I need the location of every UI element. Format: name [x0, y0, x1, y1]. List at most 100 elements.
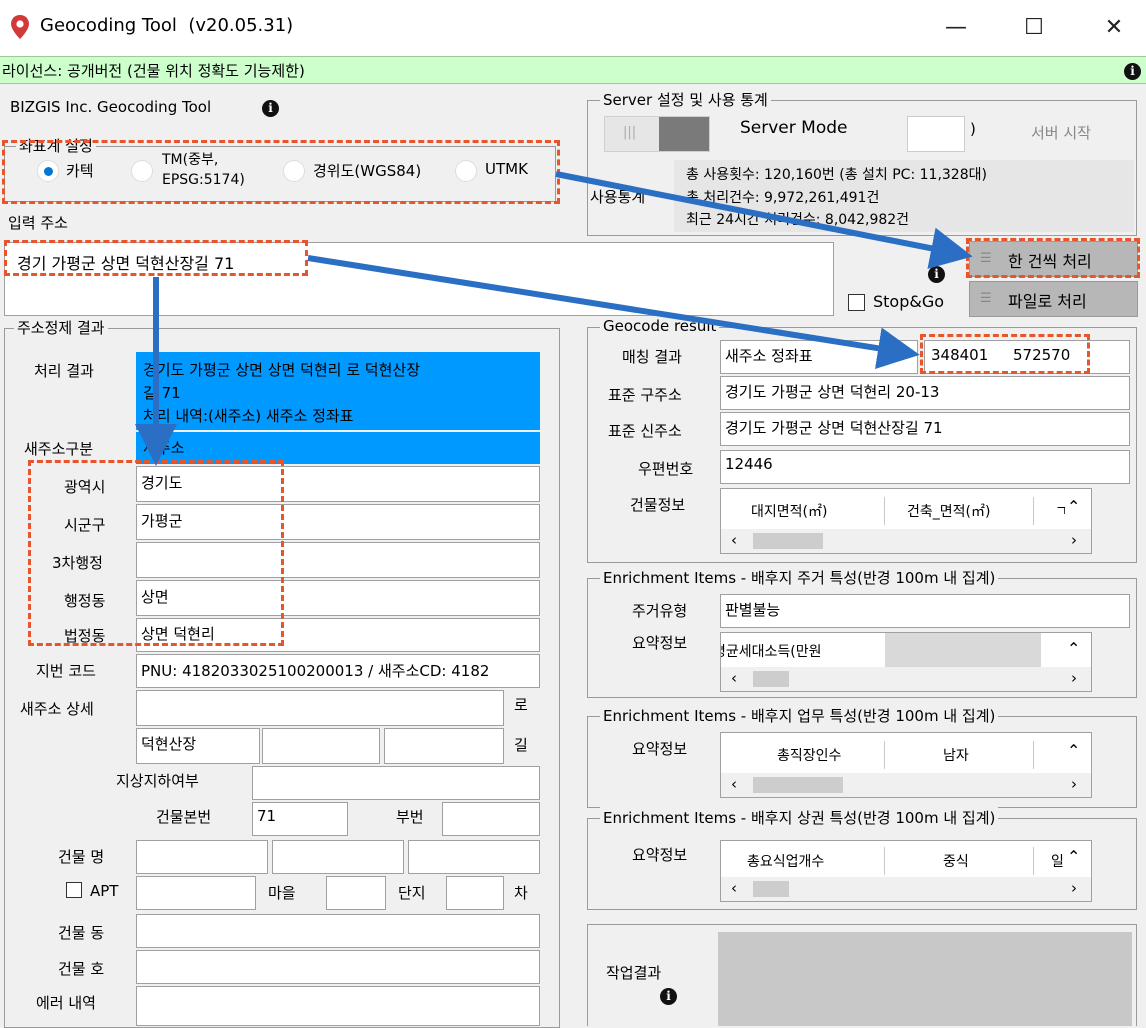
map-pin-icon [11, 15, 29, 39]
horizontal-scrollbar[interactable]: ‹ › [721, 667, 1091, 691]
chevron-up-down-icon[interactable]: ⌃ [1067, 497, 1080, 516]
annotation-box [920, 334, 1090, 374]
road-field-2[interactable] [262, 728, 380, 764]
process-file-button[interactable]: ☰ 파일로 처리 [969, 281, 1138, 317]
server-mode-toggle[interactable]: ||| [604, 116, 710, 152]
chevron-left-icon[interactable]: ‹ [731, 669, 737, 687]
road-name-field[interactable] [136, 690, 504, 726]
license-text: 라이선스: 공개버전 (건물 위치 정확도 기능제한) [2, 62, 305, 80]
grid-col-header: 총요식업개수 [747, 854, 825, 870]
match-label: 매칭 결과 [622, 348, 682, 366]
bldg-name-field-3[interactable] [408, 840, 540, 874]
apt-checkbox[interactable] [66, 882, 82, 898]
road-field[interactable]: 덕현산장 [136, 728, 260, 764]
info-icon[interactable]: i [928, 266, 945, 283]
bldg-main-field[interactable]: 71 [252, 802, 348, 836]
housing-type-field[interactable]: 판별불능 [720, 594, 1130, 628]
bldg-sub-label: 부번 [396, 808, 424, 826]
bldg-dong-field[interactable] [136, 914, 540, 948]
apt-field[interactable] [136, 876, 256, 910]
stats-label: 사용통계 [590, 188, 646, 206]
info-icon[interactable]: i [1124, 63, 1141, 80]
server-start-button[interactable]: 서버 시작 [1031, 122, 1091, 143]
chevron-left-icon[interactable]: ‹ [731, 879, 737, 897]
new-addr-value: 경기도 가평군 상면 덕현산장길 71 [725, 419, 943, 437]
chevron-up-down-icon[interactable]: ⌃ [1067, 847, 1080, 866]
server-port-field[interactable] [907, 116, 965, 152]
grid-col-header: 중식 [943, 854, 969, 870]
info-icon[interactable]: i [262, 100, 279, 117]
result-line: 길 71 [143, 384, 181, 402]
underground-field[interactable] [252, 766, 540, 800]
horizontal-scrollbar[interactable]: ‹ › [721, 529, 1091, 553]
grid-col-header: ㄱ [1055, 504, 1065, 520]
complex-label: 단지 [398, 884, 426, 902]
biz-summary-label: 요약정보 [632, 740, 688, 758]
horizontal-scrollbar[interactable]: ‹ › [721, 877, 1091, 901]
stopgo-checkbox[interactable] [848, 294, 865, 311]
grid-col-header: 건축_면적(㎡) [907, 504, 991, 520]
minimize-button[interactable]: — [932, 8, 980, 48]
bldg-name-label: 건물 명 [58, 848, 105, 866]
enrich-biz-legend: Enrichment Items - 배후지 업무 특성(반경 100m 내 집… [600, 705, 999, 726]
jibun-value: PNU: 4182033025100200013 / 새주소CD: 4182 [141, 662, 490, 680]
result-field: 경기도 가평군 상면 상면 덕현리 로 덕현산장 길 71 처리 내역:(새주소… [136, 352, 540, 430]
res-summary-label: 요약정보 [632, 634, 688, 652]
grid-col-header: 총직장인수 [777, 748, 842, 764]
underground-label: 지상지하여부 [116, 772, 199, 790]
com-summary-label: 요약정보 [632, 846, 688, 864]
new-addr-field[interactable]: 경기도 가평군 상면 덕현산장길 71 [720, 412, 1130, 446]
housing-type-label: 주거유형 [632, 602, 688, 620]
grid-col-header: 일 [1051, 854, 1063, 870]
bldg-name-field-2[interactable] [272, 840, 404, 874]
work-result-label: 작업결과 [606, 964, 662, 982]
work-result-box [718, 932, 1132, 1026]
chevron-right-icon[interactable]: › [1071, 669, 1077, 687]
old-addr-field[interactable]: 경기도 가평군 상면 덕현리 20-13 [720, 376, 1130, 410]
apt-label: APT [90, 882, 119, 900]
refine-legend: 주소정제 결과 [14, 317, 108, 338]
server-mode-label: Server Mode [740, 118, 848, 138]
list-icon: ☰ [980, 291, 992, 306]
bldg-ho-field[interactable] [136, 950, 540, 984]
zip-field[interactable]: 12446 [720, 450, 1130, 484]
enrich-com-legend: Enrichment Items - 배후지 상권 특성(반경 100m 내 집… [600, 807, 999, 828]
newaddr-detail-label: 새주소 상세 [20, 700, 94, 718]
bldg-sub-field[interactable] [442, 802, 540, 836]
gil-label: 길 [514, 736, 528, 754]
chevron-up-down-icon[interactable]: ⌃ [1067, 639, 1080, 658]
error-field[interactable] [136, 986, 540, 1026]
result-line: 경기도 가평군 상면 상면 덕현리 로 덕현산장 [143, 361, 421, 379]
zip-value: 12446 [725, 455, 773, 473]
chevron-right-icon[interactable]: › [1071, 879, 1077, 897]
road-value: 덕현산장 [141, 735, 197, 753]
bldg-main-label: 건물본번 [156, 808, 212, 826]
info-icon[interactable]: i [660, 988, 677, 1005]
chevron-up-down-icon[interactable]: ⌃ [1067, 741, 1080, 760]
chevron-left-icon[interactable]: ‹ [731, 775, 737, 793]
match-field[interactable]: 새주소 정좌표 [720, 340, 918, 374]
process-file-label: 파일로 처리 [1008, 292, 1087, 311]
cha-label: 차 [514, 884, 528, 902]
grid-col-header: 평균세대소득(만원 [721, 644, 822, 660]
chevron-right-icon[interactable]: › [1071, 531, 1077, 549]
close-button[interactable]: ✕ [1090, 8, 1138, 48]
newaddr-type-value: 새주소 [143, 439, 185, 457]
bldg-info-grid[interactable]: 대지면적(㎡) 건축_면적(㎡) ㄱ ⌃ ‹ › [720, 488, 1092, 554]
village-field[interactable] [326, 876, 386, 910]
window-title: Geocoding Tool (v20.05.31) [40, 15, 294, 36]
res-summary-grid[interactable]: 평균세대소득(만원 ⌃ ‹ › [720, 632, 1092, 692]
biz-summary-grid[interactable]: 총직장인수 남자 ⌃ ‹ › [720, 732, 1092, 798]
chevron-left-icon[interactable]: ‹ [731, 531, 737, 549]
jibun-field[interactable]: PNU: 4182033025100200013 / 새주소CD: 4182 [136, 654, 540, 688]
complex-field[interactable] [446, 876, 504, 910]
horizontal-scrollbar[interactable]: ‹ › [721, 773, 1091, 797]
road-field-3[interactable] [384, 728, 504, 764]
grid-col-header: 남자 [943, 748, 969, 764]
chevron-right-icon[interactable]: › [1071, 775, 1077, 793]
maximize-button[interactable]: ☐ [1010, 8, 1058, 48]
bldg-name-field[interactable] [136, 840, 268, 874]
com-summary-grid[interactable]: 총요식업개수 중식 일 ⌃ ‹ › [720, 840, 1092, 902]
title-bar: Geocoding Tool (v20.05.31) — ☐ ✕ [0, 0, 1146, 56]
grid-col-header: 대지면적(㎡) [751, 504, 828, 520]
